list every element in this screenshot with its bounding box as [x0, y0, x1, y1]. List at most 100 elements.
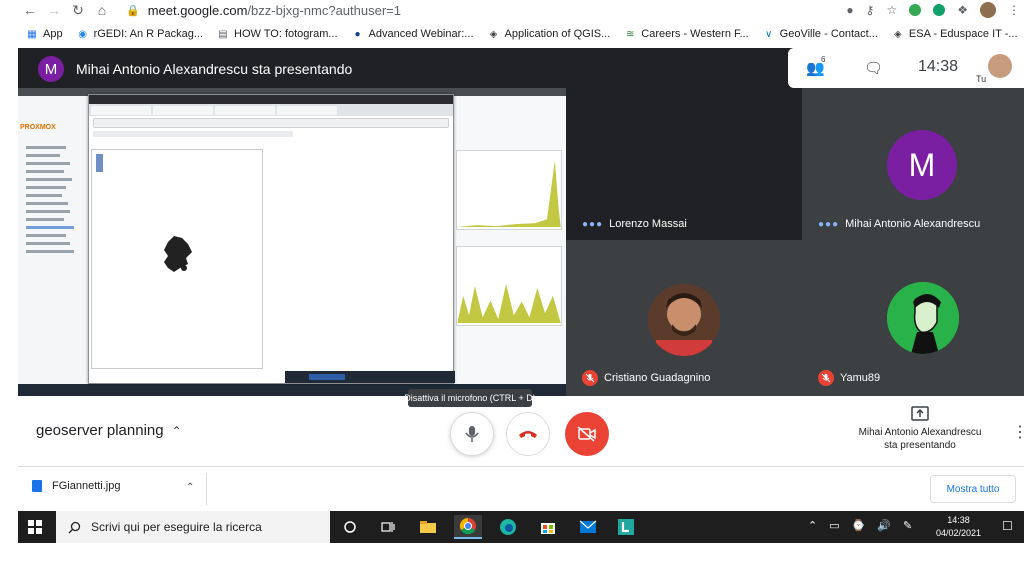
wifi-icon[interactable]: ⌚ — [852, 519, 866, 532]
more-options-icon[interactable]: ⋮ — [1012, 422, 1024, 442]
tile-yamu: Yamu89 — [802, 240, 1024, 396]
store-icon[interactable] — [534, 515, 562, 539]
chrome-icon[interactable] — [454, 515, 482, 539]
bookmark-label: Application of QGIS... — [504, 28, 611, 40]
task-view-icon[interactable] — [374, 515, 402, 539]
file-explorer-icon[interactable] — [414, 515, 442, 539]
address-bar[interactable]: 🔒 meet.google.com /bzz-bjxg-nmc?authuser… — [126, 1, 826, 19]
participant-name: Lorenzo Massai — [609, 218, 687, 230]
notification-icon[interactable]: ☐ — [1002, 519, 1013, 533]
bookmark-label: GeoVille - Contact... — [779, 28, 878, 40]
taskbar-search[interactable]: Scrivi qui per eseguire la ricerca — [56, 511, 330, 543]
shared-firefox-window — [88, 94, 455, 384]
extension-icons: ● ⚷ ☆ ❖ ⋮ — [846, 1, 1020, 19]
tile-cristiano: Cristiano Guadagnino — [566, 240, 802, 396]
cortana-icon[interactable] — [336, 515, 364, 539]
menu-dots-icon[interactable]: ⋮ — [1008, 3, 1020, 17]
shared-proxmox-panel: PROXMOX — [18, 96, 90, 384]
extension-green-icon[interactable] — [909, 4, 922, 16]
chevron-up-icon[interactable]: ⌃ — [186, 482, 194, 493]
windows-start-icon[interactable] — [28, 520, 42, 534]
participant-name: Cristiano Guadagnino — [604, 372, 711, 384]
tree-line — [26, 194, 62, 197]
chevron-up-icon: ⌃ — [171, 423, 182, 438]
tree-line — [26, 210, 70, 213]
tree-line — [26, 234, 66, 237]
sharing-notice-button — [309, 374, 345, 380]
tree-line — [26, 178, 72, 181]
volume-icon[interactable]: 🔊 — [877, 519, 891, 532]
star-icon[interactable]: ☆ — [886, 3, 897, 17]
taskbar-date: 04/02/2021 — [936, 528, 982, 538]
puzzle-icon[interactable]: ❖ — [957, 3, 968, 17]
stop-presenting-button[interactable]: Mihai Antonio Alexandrescu sta presentan… — [844, 406, 996, 452]
hangup-button[interactable] — [506, 412, 550, 456]
mic-tooltip: Disattiva il microfono (CTRL + D) — [404, 389, 536, 407]
chevron-up-icon[interactable]: ⌃ — [808, 519, 817, 532]
bookmark-item[interactable]: ● Advanced Webinar:... — [352, 28, 474, 40]
bookmark-item[interactable]: ∨ GeoVille - Contact... — [763, 28, 878, 40]
map-feature — [164, 236, 192, 272]
present-screen-icon — [911, 406, 929, 421]
bookmark-label: rGEDI: An R Packag... — [93, 28, 204, 40]
battery-icon[interactable]: ▭ — [829, 519, 839, 532]
camera-toggle-button[interactable] — [565, 412, 609, 456]
meeting-title: geoserver planning — [36, 422, 164, 439]
extension-teal-icon[interactable] — [933, 4, 946, 16]
key-icon[interactable]: ⚷ — [866, 3, 875, 17]
pen-icon[interactable]: ✎ — [903, 519, 912, 532]
forward-button[interactable]: → — [42, 0, 66, 20]
self-avatar[interactable] — [988, 54, 1012, 78]
home-button[interactable]: ⌂ — [90, 0, 114, 20]
bookmark-item[interactable]: ◈ Application of QGIS... — [488, 28, 611, 40]
map-zoom-control — [96, 154, 103, 172]
proxmox-logo: PROXMOX — [20, 124, 56, 131]
shared-monitor-panel — [448, 96, 566, 384]
bookmark-item[interactable]: ▦ App — [26, 28, 63, 40]
edge-icon[interactable] — [494, 515, 522, 539]
shared-network-chart — [456, 246, 562, 326]
participant-photo — [887, 282, 959, 354]
firefox-tab — [153, 106, 213, 115]
search-icon — [68, 521, 81, 533]
meeting-details-button[interactable]: geoserver planning ⌃ — [36, 422, 182, 439]
download-item[interactable]: FGiannetti.jpg — [32, 480, 120, 492]
mail-icon[interactable] — [574, 515, 602, 539]
mic-toggle-button[interactable] — [450, 412, 494, 456]
chat-icon[interactable]: 🗨 — [864, 59, 883, 77]
bookmark-item[interactable]: ◉ rGEDI: An R Packag... — [77, 28, 203, 40]
firefox-tab — [91, 106, 151, 115]
back-button[interactable]: ← — [18, 0, 42, 20]
network-area — [457, 284, 561, 324]
speaking-indicator-icon: ●●● — [582, 218, 604, 230]
app-l-icon[interactable] — [612, 515, 640, 539]
participant-photo — [648, 284, 720, 356]
meet-header: M Mihai Antonio Alexandrescu sta present… — [18, 48, 1024, 88]
globe-icon: ◈ — [489, 28, 498, 40]
doc-icon: ▤ — [218, 28, 228, 40]
bookmark-label: Careers - Western F... — [641, 28, 749, 40]
self-label: Tu — [976, 74, 987, 84]
tree-line — [26, 186, 66, 189]
taskbar-clock[interactable]: 14:38 04/02/2021 — [936, 514, 981, 540]
tree-line-selected — [26, 226, 74, 229]
bookmark-label: App — [43, 28, 63, 40]
participant-name: Mihai Antonio Alexandrescu — [845, 218, 981, 230]
tree-line — [26, 218, 64, 221]
tile-mihai: M ●●● Mihai Antonio Alexandrescu — [802, 88, 1024, 240]
browser-chrome: ← → ↻ ⌂ 🔒 meet.google.com /bzz-bjxg-nmc?… — [18, 0, 1024, 48]
speaking-indicator-icon: ●●● — [818, 218, 840, 230]
bookmark-label: Advanced Webinar:... — [368, 28, 474, 40]
tree-line — [26, 202, 68, 205]
camera-icon[interactable]: ● — [846, 3, 853, 17]
bookmark-item[interactable]: ◈ ESA - Eduspace IT -... — [892, 28, 1017, 40]
bookmark-item[interactable]: ≋ Careers - Western F... — [624, 28, 749, 40]
bookmark-item[interactable]: ▤ HOW TO: fotogram... — [217, 28, 337, 40]
profile-avatar[interactable] — [980, 2, 996, 18]
presenting-name: Mihai Antonio Alexandrescu — [858, 427, 982, 438]
reload-button[interactable]: ↻ — [66, 0, 90, 20]
meet-clock: 14:38 — [918, 58, 959, 75]
image-file-icon — [32, 480, 42, 492]
lock-icon: 🔒 — [126, 4, 140, 17]
show-all-downloads-button[interactable]: Mostra tutto — [930, 475, 1016, 503]
